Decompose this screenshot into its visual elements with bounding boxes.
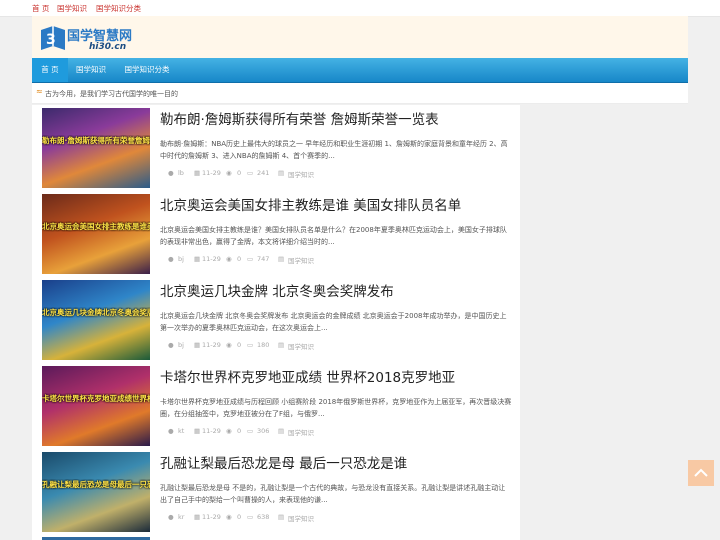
post-title[interactable]: 勒布朗·詹姆斯获得所有荣誉 詹姆斯荣誉一览表	[160, 108, 439, 128]
book-logo-icon: 3	[41, 26, 65, 50]
post-author[interactable]: lb	[178, 169, 184, 177]
post-title[interactable]: 北京奥运会美国女排主教练是谁 美国女排队员名单	[160, 194, 461, 214]
post-item: 孔融让梨最后恐龙是母最后一只恐龙 孔融让梨最后恐龙是母 最后一只恐龙是谁 孔融让…	[32, 449, 520, 535]
nav-item-home[interactable]: 首 页	[32, 58, 68, 82]
thumbnail-caption: 勒布朗·詹姆斯获得所有荣誉詹姆斯荣誉一览表	[42, 136, 150, 145]
post-comments: 638	[257, 513, 270, 521]
post-item: 卡塔尔世界杯克罗地亚成绩世界杯2018克罗地亚 卡塔尔世界杯克罗地亚成绩 世界杯…	[32, 363, 520, 449]
post-item: 北京奥运几块金牌北京冬奥会奖牌发布 北京奥运几块金牌 北京冬奥会奖牌发布 北京奥…	[32, 277, 520, 363]
post-category[interactable]: 国学知识	[288, 427, 314, 437]
post-excerpt: 北京奥运会美国女排主教练是谁？美国女排队员名单是什么？在2008年夏季奥林匹克运…	[160, 226, 507, 246]
post-author[interactable]: kt	[178, 427, 184, 435]
folder-icon: ▤	[278, 341, 285, 349]
announcement-text: 古为今用，是我们学习古代国学的唯一目的	[45, 90, 178, 98]
user-icon: ●	[168, 341, 174, 349]
post-views: 0	[237, 427, 242, 435]
site-logo[interactable]: 3 国学智慧网 hi30.cn	[37, 21, 157, 55]
post-date: 11-29	[202, 427, 221, 435]
main-nav: 首 页 国学知识 国学知识分类	[32, 58, 688, 83]
post-views: 0	[237, 169, 242, 177]
site-header: 3 国学智慧网 hi30.cn	[32, 16, 688, 58]
calendar-icon: ▦	[194, 341, 201, 349]
post-category[interactable]: 国学知识	[288, 513, 314, 523]
post-comments: 306	[257, 427, 270, 435]
calendar-icon: ▦	[194, 513, 201, 521]
folder-icon: ▤	[278, 427, 285, 435]
post-thumbnail[interactable]: 北京奥运会美国女排主教练是谁美国女排队员名	[42, 194, 150, 274]
top-link-category[interactable]: 国学知识分类	[96, 3, 141, 14]
comment-icon: ▭	[247, 341, 254, 349]
post-views: 0	[237, 341, 242, 349]
post-title[interactable]: 孔融让梨最后恐龙是母 最后一只恐龙是谁	[160, 452, 407, 472]
folder-icon: ▤	[278, 513, 285, 521]
top-link-guoxue[interactable]: 国学知识	[57, 3, 87, 14]
post-comments: 180	[257, 341, 270, 349]
thumbnail-caption: 孔融让梨最后恐龙是母最后一只恐龙	[42, 480, 150, 489]
post-thumbnail[interactable]: 孔融让梨最后恐龙是母最后一只恐龙	[42, 452, 150, 532]
chevron-up-icon	[694, 468, 708, 477]
comment-icon: ▭	[247, 427, 254, 435]
thumbnail-caption: 北京奥运会美国女排主教练是谁美国女排队员名	[42, 222, 150, 231]
logo-domain: hi30.cn	[89, 42, 127, 52]
eye-icon: ◉	[226, 169, 232, 177]
thumbnail-caption: 卡塔尔世界杯克罗地亚成绩世界杯2018克罗地亚	[42, 394, 150, 403]
user-icon: ●	[168, 169, 174, 177]
thumbnail-caption: 北京奥运几块金牌北京冬奥会奖牌发布	[42, 308, 150, 317]
comment-icon: ▭	[247, 169, 254, 177]
post-item: 北京奥运会美国女排主教练是谁美国女排队员名 北京奥运会美国女排主教练是谁 美国女…	[32, 191, 520, 277]
eye-icon: ◉	[226, 255, 232, 263]
calendar-icon: ▦	[194, 427, 201, 435]
folder-icon: ▤	[278, 255, 285, 263]
post-comments: 241	[257, 169, 270, 177]
post-excerpt: 北京奥运会几块金牌 北京冬奥会奖牌发布 北京奥运会的金牌成绩 北京奥运会于200…	[160, 312, 507, 332]
top-link-home[interactable]: 首 页	[32, 3, 49, 14]
post-date: 11-29	[202, 169, 221, 177]
megaphone-icon: ≈	[36, 87, 43, 96]
folder-icon: ▤	[278, 169, 285, 177]
post-date: 11-29	[202, 341, 221, 349]
post-category[interactable]: 国学知识	[288, 341, 314, 351]
user-icon: ●	[168, 255, 174, 263]
user-icon: ●	[168, 427, 174, 435]
post-thumbnail[interactable]: 卡塔尔世界杯克罗地亚成绩世界杯2018克罗地亚	[42, 366, 150, 446]
post-thumbnail[interactable]: 勒布朗·詹姆斯获得所有荣誉詹姆斯荣誉一览表	[42, 108, 150, 188]
back-to-top-button[interactable]	[688, 460, 714, 486]
nav-item-category[interactable]: 国学知识分类	[120, 58, 174, 82]
post-excerpt: 勒布朗·詹姆斯：NBA历史上最伟大的球员之一 早年经历和职业生涯初期 1、詹姆斯…	[160, 140, 508, 160]
post-author[interactable]: bj	[178, 341, 184, 349]
post-category[interactable]: 国学知识	[288, 255, 314, 265]
top-link-bar: 首 页 国学知识 国学知识分类	[0, 0, 720, 17]
post-list: 勒布朗·詹姆斯获得所有荣誉詹姆斯荣誉一览表 勒布朗·詹姆斯获得所有荣誉 詹姆斯荣…	[32, 105, 520, 540]
post-excerpt: 卡塔尔世界杯克罗地亚成绩与历程回顾 小组赛阶段 2018年俄罗斯世界杯，克罗地亚…	[160, 398, 512, 418]
post-author[interactable]: kr	[178, 513, 184, 521]
comment-icon: ▭	[247, 255, 254, 263]
eye-icon: ◉	[226, 341, 232, 349]
post-excerpt: 孔融让梨最后恐龙是母 不是的，孔融让梨是一个古代的典故，与恐龙没有直接关系。孔融…	[160, 484, 506, 504]
post-date: 11-29	[202, 513, 221, 521]
post-views: 0	[237, 513, 242, 521]
post-date: 11-29	[202, 255, 221, 263]
post-thumbnail[interactable]: 北京奥运几块金牌北京冬奥会奖牌发布	[42, 280, 150, 360]
post-views: 0	[237, 255, 242, 263]
post-title[interactable]: 北京奥运几块金牌 北京冬奥会奖牌发布	[160, 280, 394, 300]
calendar-icon: ▦	[194, 255, 201, 263]
calendar-icon: ▦	[194, 169, 201, 177]
post-author[interactable]: bj	[178, 255, 184, 263]
post-title[interactable]: 卡塔尔世界杯克罗地亚成绩 世界杯2018克罗地亚	[160, 366, 455, 386]
announcement-bar: ≈ 古为今用，是我们学习古代国学的唯一目的	[32, 83, 688, 104]
post-item: 勒布朗·詹姆斯获得所有荣誉詹姆斯荣誉一览表 勒布朗·詹姆斯获得所有荣誉 詹姆斯荣…	[32, 105, 520, 191]
user-icon: ●	[168, 513, 174, 521]
eye-icon: ◉	[226, 513, 232, 521]
comment-icon: ▭	[247, 513, 254, 521]
eye-icon: ◉	[226, 427, 232, 435]
post-category[interactable]: 国学知识	[288, 169, 314, 179]
post-comments: 747	[257, 255, 270, 263]
nav-item-guoxue[interactable]: 国学知识	[72, 58, 110, 82]
svg-text:3: 3	[46, 32, 56, 48]
